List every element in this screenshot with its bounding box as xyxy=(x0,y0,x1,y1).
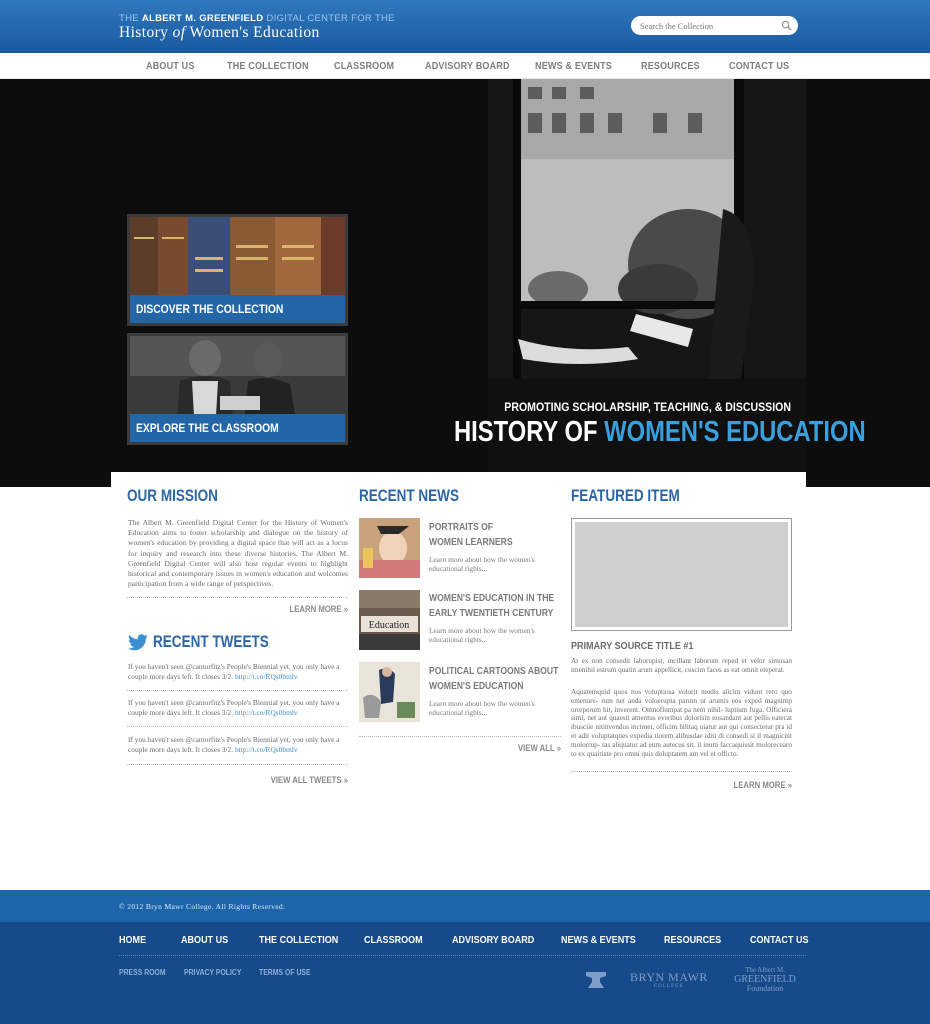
footer-nav-advisory-board[interactable]: ADVISORY BOARD xyxy=(452,934,534,946)
news-title-line: WOMEN'S EDUCATION xyxy=(429,681,524,692)
nav-resources[interactable]: RESOURCES xyxy=(641,60,700,72)
logo-bottom-line[interactable]: History of Women's Education xyxy=(119,24,320,42)
logo-name: ALBERT M. GREENFIELD xyxy=(141,13,264,24)
news-thumb-political-cartoons[interactable] xyxy=(359,662,420,722)
nav-news-events[interactable]: NEWS & EVENTS xyxy=(535,60,612,72)
logo-of: of xyxy=(172,24,186,41)
logo-suffix: DIGITAL CENTER FOR THE xyxy=(266,13,395,24)
featured-para-1: At ex non consedit laborupist, incillant… xyxy=(571,657,792,674)
footer: HOME ABOUT US THE COLLECTION CLASSROOM A… xyxy=(0,922,930,1024)
tweets-title: RECENT TWEETS xyxy=(153,633,269,651)
tweet-link[interactable]: http://t.co/RQs0bmlv xyxy=(235,745,298,754)
tweet-text: If you haven't seen @cantorfitz's People… xyxy=(128,698,340,717)
news-title: RECENT NEWS xyxy=(359,487,459,505)
hero-banner: PROMOTING SCHOLARSHIP, TEACHING, & DISCU… xyxy=(0,79,930,487)
logo-womens-education: Women's Education xyxy=(189,24,320,41)
tweet-link[interactable]: http://t.co/RQs0bmlv xyxy=(235,672,298,681)
news-item-desc: Learn more about how the women's educati… xyxy=(429,699,535,717)
tweet-link[interactable]: http://t.co/RQs0bmlv xyxy=(235,708,298,717)
discover-collection-card[interactable]: DISCOVER THE COLLECTION xyxy=(127,214,348,326)
tweet-item: If you haven't seen @cantorfitz's People… xyxy=(128,662,349,682)
footer-link-terms-of-use[interactable]: TERMS OF USE xyxy=(259,968,311,977)
nav-about-us[interactable]: ABOUT US xyxy=(146,60,195,72)
hero-title-accent: WOMEN'S EDUCATION xyxy=(604,416,866,448)
news-item-desc: Learn more about how the women's educati… xyxy=(429,626,535,644)
tweet-text: If you haven't seen @cantorfitz's People… xyxy=(128,735,340,754)
tweet-item: If you haven't seen @cantorfitz's People… xyxy=(128,735,349,755)
footer-divider xyxy=(119,955,806,956)
logo-history: History xyxy=(119,24,169,41)
logo-prefix: THE xyxy=(119,13,139,24)
news-item-title[interactable]: POLITICAL CARTOONS ABOUT WOMEN'S EDUCATI… xyxy=(429,664,558,694)
view-all-news-link[interactable]: VIEW ALL » xyxy=(518,743,561,753)
hero-title-prefix: HISTORY OF xyxy=(453,416,598,448)
footer-copyright-bar: © 2012 Bryn Mawr College. All Rights Res… xyxy=(0,890,930,922)
footer-nav-home[interactable]: HOME xyxy=(119,934,146,946)
featured-learn-more-link[interactable]: LEARN MORE » xyxy=(734,780,792,790)
news-divider xyxy=(359,736,561,737)
mission-text: The Albert M. Greenfield Digital Center … xyxy=(128,518,348,589)
twitter-bird-icon xyxy=(128,634,148,651)
tweet-divider xyxy=(127,764,348,765)
site-header: THE ALBERT M. GREENFIELD DIGITAL CENTER … xyxy=(0,0,930,53)
nav-advisory-board[interactable]: ADVISORY BOARD xyxy=(425,60,510,72)
mission-divider xyxy=(127,597,348,598)
main-nav: ABOUT US THE COLLECTION CLASSROOM ADVISO… xyxy=(0,53,930,79)
news-item-title[interactable]: PORTRAITS OF WOMEN LEARNERS xyxy=(429,520,513,550)
footer-nav-about-us[interactable]: ABOUT US xyxy=(181,934,228,946)
hero-title: HISTORY OF WOMEN'S EDUCATION xyxy=(453,416,866,449)
tweet-text: If you haven't seen @cantorfitz's People… xyxy=(128,662,340,681)
search-icon[interactable] xyxy=(781,20,792,31)
nav-classroom[interactable]: CLASSROOM xyxy=(334,60,394,72)
card-label-classroom: EXPLORE THE CLASSROOM xyxy=(136,421,279,435)
featured-para-2: Aquatemquid quos nos voluptiosa volorit … xyxy=(571,688,792,758)
news-title-line: EARLY TWENTIETH CENTURY xyxy=(429,608,554,619)
view-all-tweets-link[interactable]: VIEW ALL TWEETS » xyxy=(271,775,348,785)
footer-nav-classroom[interactable]: CLASSROOM xyxy=(364,934,423,946)
search-box xyxy=(631,16,798,35)
bryn-mawr-logo[interactable]: BRYN MAWR COLLEGE xyxy=(630,970,708,989)
greenfield-logo-mid: GREENFIELD xyxy=(734,974,796,985)
footer-link-privacy-policy[interactable]: PRIVACY POLICY xyxy=(184,968,241,977)
greenfield-foundation-logo[interactable]: The Albert M. GREENFIELD Foundation xyxy=(732,966,798,993)
featured-divider xyxy=(571,771,792,772)
featured-image-placeholder[interactable] xyxy=(571,518,792,631)
featured-title: FEATURED ITEM xyxy=(571,487,680,505)
card-label-discover: DISCOVER THE COLLECTION xyxy=(136,302,284,316)
explore-classroom-card[interactable]: EXPLORE THE CLASSROOM xyxy=(127,333,348,445)
anvil-icon[interactable] xyxy=(584,968,608,990)
news-title-line: PORTRAITS OF xyxy=(429,522,494,533)
footer-nav-contact-us[interactable]: CONTACT US xyxy=(750,934,809,946)
tweet-item: If you haven't seen @cantorfitz's People… xyxy=(128,698,349,718)
news-title-line: WOMEN'S EDUCATION IN THE xyxy=(429,593,555,604)
footer-nav-news-events[interactable]: NEWS & EVENTS xyxy=(561,934,636,946)
news-item-title[interactable]: WOMEN'S EDUCATION IN THE EARLY TWENTIETH… xyxy=(429,591,554,621)
bryn-mawr-logo-text: BRYN MAWR xyxy=(630,970,708,984)
news-thumb-early-twentieth[interactable]: Education xyxy=(359,590,420,650)
mission-learn-more-link[interactable]: LEARN MORE » xyxy=(290,604,348,614)
logo-top-line[interactable]: THE ALBERT M. GREENFIELD DIGITAL CENTER … xyxy=(119,13,395,24)
thumb-sign-text: Education xyxy=(369,620,410,631)
nav-contact-us[interactable]: CONTACT US xyxy=(729,60,789,72)
hero-tagline: PROMOTING SCHOLARSHIP, TEACHING, & DISCU… xyxy=(504,400,791,414)
greenfield-logo-bot: Foundation xyxy=(746,984,784,993)
news-title-line: WOMEN LEARNERS xyxy=(429,537,513,548)
footer-nav-the-collection[interactable]: THE COLLECTION xyxy=(259,934,338,946)
news-title-line: POLITICAL CARTOONS ABOUT xyxy=(429,666,559,677)
footer-link-press-room[interactable]: PRESS ROOM xyxy=(119,968,166,977)
tweet-divider xyxy=(127,690,348,691)
mission-title: OUR MISSION xyxy=(127,487,218,505)
copyright-text: © 2012 Bryn Mawr College. All Rights Res… xyxy=(119,902,286,911)
news-item-desc: Learn more about how the women's educati… xyxy=(429,555,535,573)
primary-source-title: PRIMARY SOURCE TITLE #1 xyxy=(571,640,694,652)
tweet-divider xyxy=(127,726,348,727)
news-thumb-portraits[interactable] xyxy=(359,518,420,578)
nav-the-collection[interactable]: THE COLLECTION xyxy=(227,60,309,72)
search-input[interactable] xyxy=(640,19,775,32)
footer-nav-resources[interactable]: RESOURCES xyxy=(664,934,721,946)
